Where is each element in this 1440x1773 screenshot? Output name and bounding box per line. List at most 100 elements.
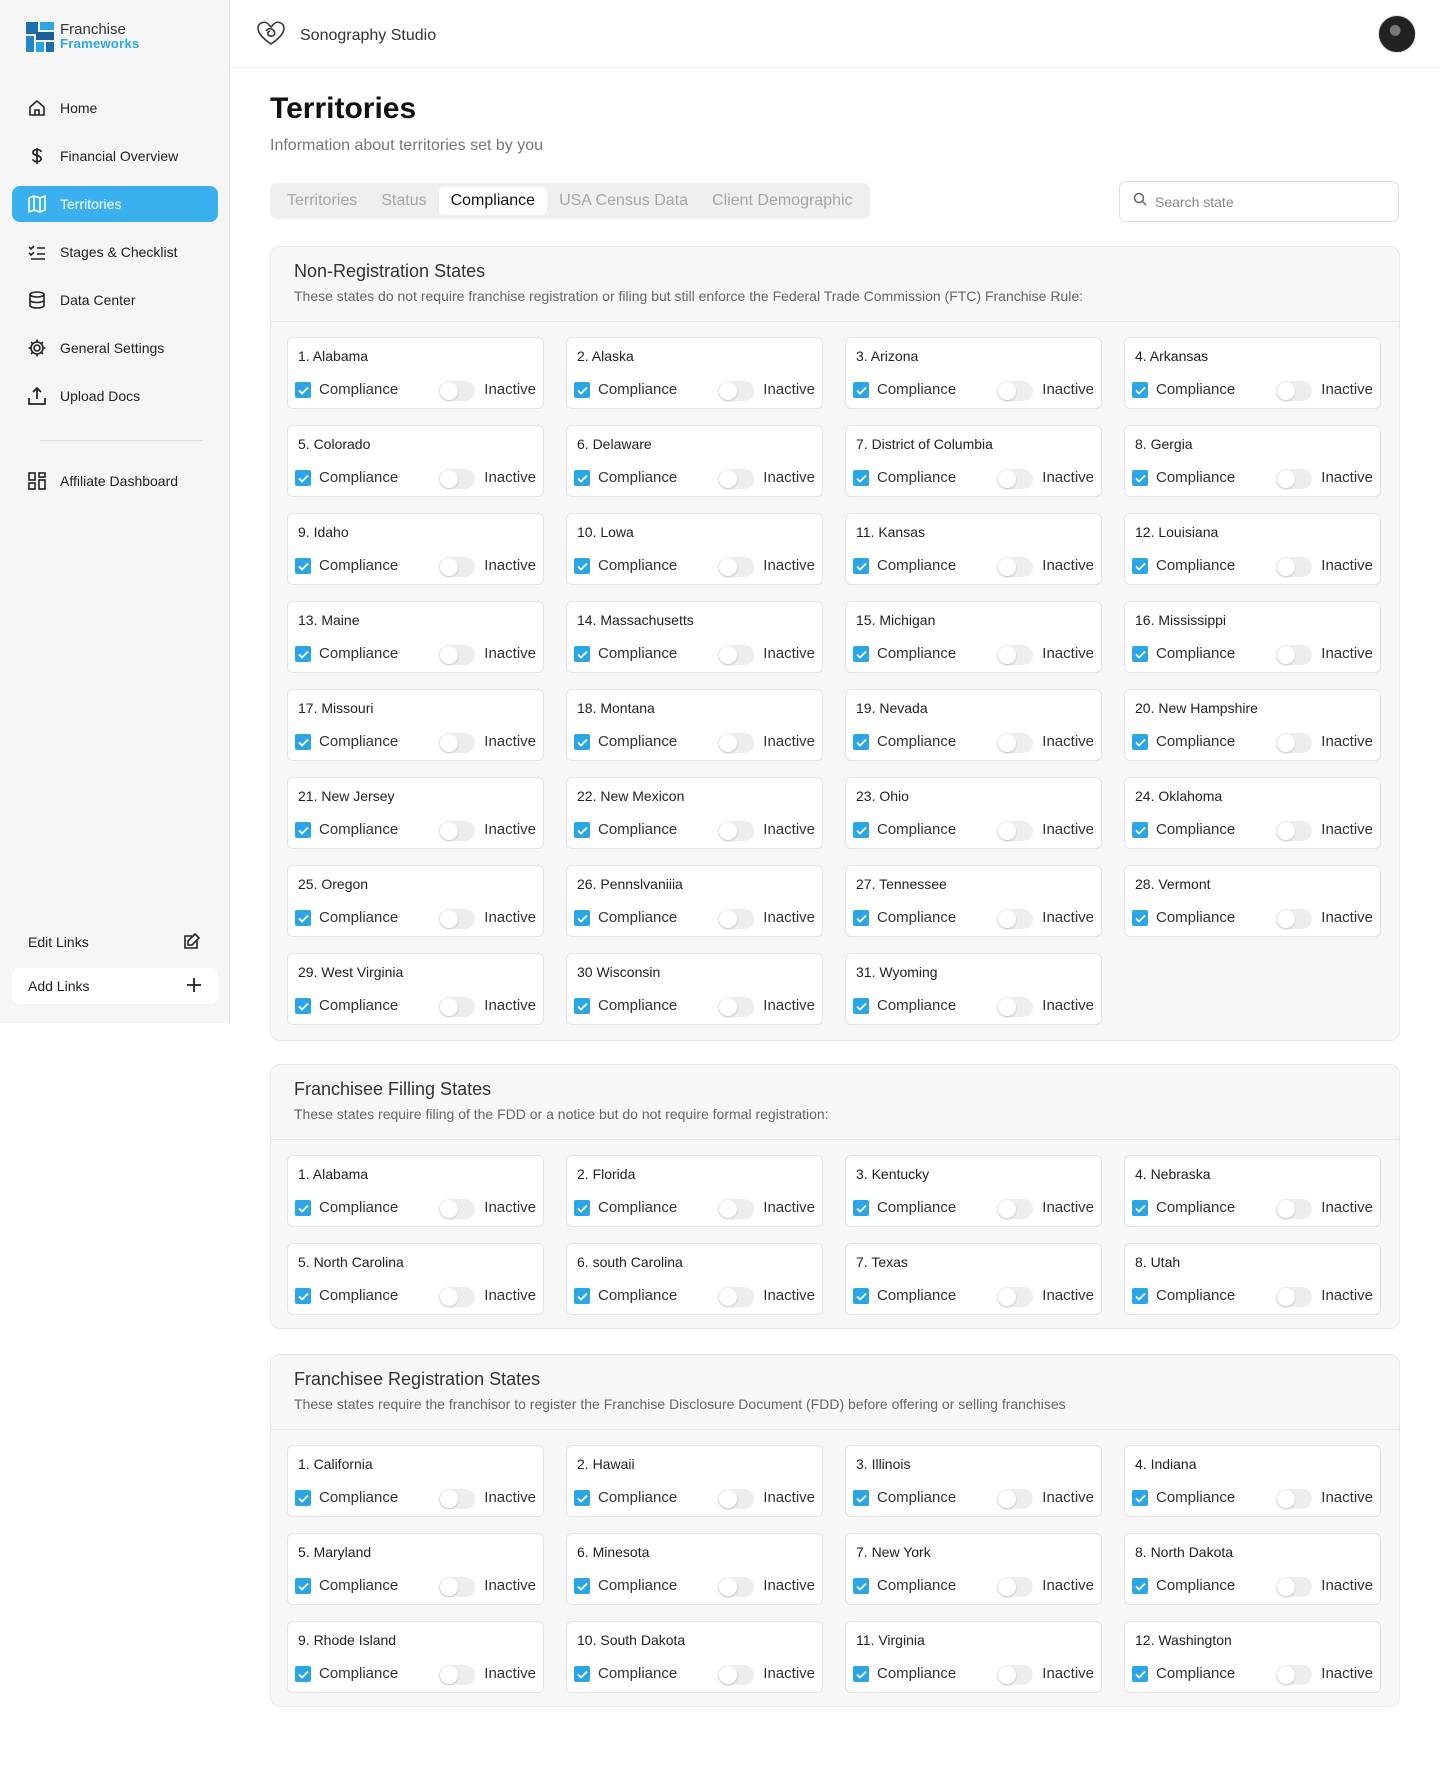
status-toggle[interactable] xyxy=(718,997,754,1017)
status-toggle[interactable] xyxy=(997,1287,1033,1307)
compliance-checkbox[interactable] xyxy=(853,646,869,662)
status-toggle[interactable] xyxy=(439,381,475,401)
status-toggle[interactable] xyxy=(718,381,754,401)
status-toggle[interactable] xyxy=(997,381,1033,401)
status-toggle[interactable] xyxy=(997,469,1033,489)
compliance-checkbox[interactable] xyxy=(853,470,869,486)
sidebar-item-stages-checklist[interactable]: Stages & Checklist xyxy=(12,234,218,270)
tab-territories[interactable]: Territories xyxy=(275,187,369,215)
status-toggle[interactable] xyxy=(1276,1665,1312,1685)
compliance-checkbox[interactable] xyxy=(1132,1490,1148,1506)
status-toggle[interactable] xyxy=(439,909,475,929)
compliance-checkbox[interactable] xyxy=(295,998,311,1014)
sidebar-item-upload-docs[interactable]: Upload Docs xyxy=(12,378,218,414)
compliance-checkbox[interactable] xyxy=(853,1666,869,1682)
compliance-checkbox[interactable] xyxy=(1132,1288,1148,1304)
status-toggle[interactable] xyxy=(439,1577,475,1597)
status-toggle[interactable] xyxy=(718,1577,754,1597)
tab-status[interactable]: Status xyxy=(369,187,438,215)
compliance-checkbox[interactable] xyxy=(574,470,590,486)
search-box[interactable] xyxy=(1119,181,1399,222)
compliance-checkbox[interactable] xyxy=(574,1666,590,1682)
compliance-checkbox[interactable] xyxy=(853,1288,869,1304)
compliance-checkbox[interactable] xyxy=(574,1200,590,1216)
status-toggle[interactable] xyxy=(1276,1199,1312,1219)
status-toggle[interactable] xyxy=(718,821,754,841)
status-toggle[interactable] xyxy=(1276,1489,1312,1509)
status-toggle[interactable] xyxy=(718,909,754,929)
status-toggle[interactable] xyxy=(997,997,1033,1017)
compliance-checkbox[interactable] xyxy=(853,734,869,750)
add-links-button[interactable]: Add Links xyxy=(12,968,218,1004)
compliance-checkbox[interactable] xyxy=(574,910,590,926)
status-toggle[interactable] xyxy=(997,733,1033,753)
status-toggle[interactable] xyxy=(718,557,754,577)
status-toggle[interactable] xyxy=(997,1577,1033,1597)
compliance-checkbox[interactable] xyxy=(295,382,311,398)
status-toggle[interactable] xyxy=(1276,1577,1312,1597)
compliance-checkbox[interactable] xyxy=(853,1490,869,1506)
compliance-checkbox[interactable] xyxy=(1132,1666,1148,1682)
compliance-checkbox[interactable] xyxy=(574,1578,590,1594)
compliance-checkbox[interactable] xyxy=(853,1578,869,1594)
tab-client-demographic[interactable]: Client Demographic xyxy=(700,187,865,215)
compliance-checkbox[interactable] xyxy=(295,734,311,750)
status-toggle[interactable] xyxy=(1276,645,1312,665)
status-toggle[interactable] xyxy=(439,1489,475,1509)
sidebar-item-home[interactable]: Home xyxy=(12,90,218,126)
compliance-checkbox[interactable] xyxy=(295,1200,311,1216)
status-toggle[interactable] xyxy=(439,469,475,489)
compliance-checkbox[interactable] xyxy=(1132,382,1148,398)
edit-links-button[interactable]: Edit Links xyxy=(12,925,218,959)
status-toggle[interactable] xyxy=(439,1287,475,1307)
compliance-checkbox[interactable] xyxy=(1132,822,1148,838)
compliance-checkbox[interactable] xyxy=(1132,470,1148,486)
status-toggle[interactable] xyxy=(1276,909,1312,929)
status-toggle[interactable] xyxy=(1276,557,1312,577)
status-toggle[interactable] xyxy=(997,821,1033,841)
compliance-checkbox[interactable] xyxy=(853,382,869,398)
compliance-checkbox[interactable] xyxy=(574,998,590,1014)
compliance-checkbox[interactable] xyxy=(1132,1200,1148,1216)
status-toggle[interactable] xyxy=(1276,821,1312,841)
status-toggle[interactable] xyxy=(997,909,1033,929)
compliance-checkbox[interactable] xyxy=(295,822,311,838)
status-toggle[interactable] xyxy=(439,821,475,841)
status-toggle[interactable] xyxy=(1276,469,1312,489)
sidebar-item-general-settings[interactable]: General Settings xyxy=(12,330,218,366)
compliance-checkbox[interactable] xyxy=(574,382,590,398)
compliance-checkbox[interactable] xyxy=(1132,646,1148,662)
status-toggle[interactable] xyxy=(439,997,475,1017)
status-toggle[interactable] xyxy=(997,1665,1033,1685)
compliance-checkbox[interactable] xyxy=(295,558,311,574)
status-toggle[interactable] xyxy=(1276,1287,1312,1307)
tab-usa-census-data[interactable]: USA Census Data xyxy=(547,187,700,215)
search-input[interactable] xyxy=(1155,193,1375,210)
status-toggle[interactable] xyxy=(718,1199,754,1219)
status-toggle[interactable] xyxy=(997,557,1033,577)
status-toggle[interactable] xyxy=(1276,381,1312,401)
status-toggle[interactable] xyxy=(997,1199,1033,1219)
status-toggle[interactable] xyxy=(718,1287,754,1307)
compliance-checkbox[interactable] xyxy=(853,558,869,574)
status-toggle[interactable] xyxy=(718,645,754,665)
compliance-checkbox[interactable] xyxy=(853,822,869,838)
compliance-checkbox[interactable] xyxy=(574,734,590,750)
compliance-checkbox[interactable] xyxy=(1132,558,1148,574)
compliance-checkbox[interactable] xyxy=(295,1578,311,1594)
compliance-checkbox[interactable] xyxy=(853,998,869,1014)
compliance-checkbox[interactable] xyxy=(295,646,311,662)
compliance-checkbox[interactable] xyxy=(574,558,590,574)
compliance-checkbox[interactable] xyxy=(295,1288,311,1304)
status-toggle[interactable] xyxy=(439,1199,475,1219)
status-toggle[interactable] xyxy=(718,733,754,753)
sidebar-item-data-center[interactable]: Data Center xyxy=(12,282,218,318)
compliance-checkbox[interactable] xyxy=(1132,1578,1148,1594)
status-toggle[interactable] xyxy=(997,1489,1033,1509)
status-toggle[interactable] xyxy=(439,645,475,665)
compliance-checkbox[interactable] xyxy=(295,1666,311,1682)
compliance-checkbox[interactable] xyxy=(295,470,311,486)
compliance-checkbox[interactable] xyxy=(853,1200,869,1216)
compliance-checkbox[interactable] xyxy=(1132,734,1148,750)
brand[interactable]: Sonography Studio xyxy=(256,19,436,52)
